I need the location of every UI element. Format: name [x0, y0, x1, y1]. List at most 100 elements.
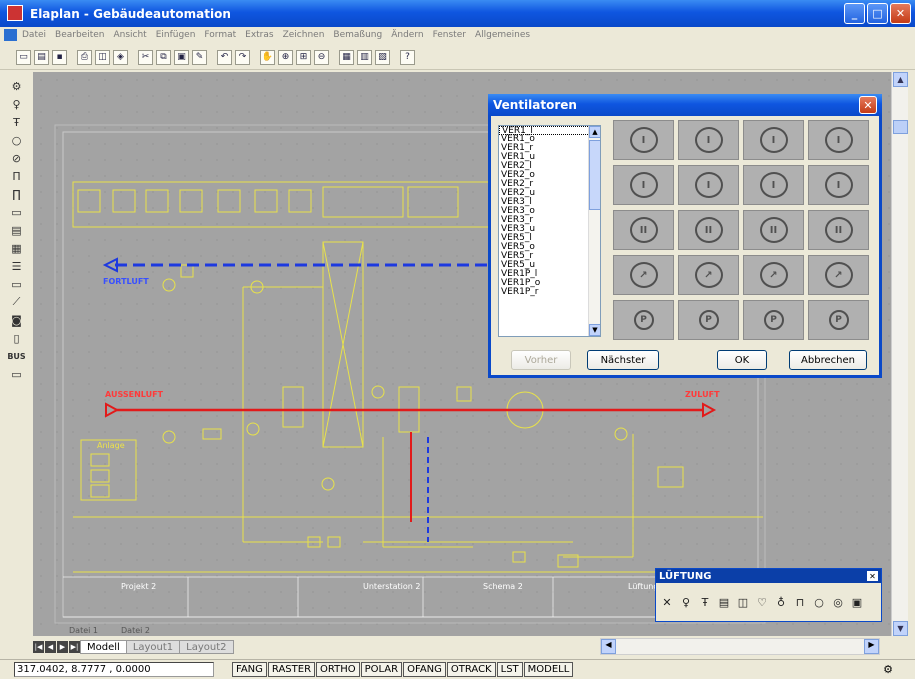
frame-tool-icon[interactable]: ▯: [8, 330, 25, 346]
list-scrollbar[interactable]: ▲ ▼: [588, 126, 600, 336]
table-tool-icon[interactable]: ▦: [8, 240, 25, 256]
zoom-realtime-icon[interactable]: ⊕: [278, 49, 293, 65]
bus-tool[interactable]: BUS: [7, 348, 25, 364]
open-icon[interactable]: ▤: [34, 49, 49, 65]
damper-tool-icon[interactable]: ⊘: [8, 150, 25, 166]
rect-tool-icon[interactable]: ▭: [8, 276, 25, 292]
scroll-up-icon[interactable]: ▲: [893, 72, 908, 87]
fan-tile[interactable]: I: [613, 120, 674, 160]
fan-tile[interactable]: P: [743, 300, 804, 340]
list-scroll-thumb[interactable]: [589, 140, 600, 210]
save-icon[interactable]: ▪: [52, 49, 67, 65]
fan-tile[interactable]: I: [743, 120, 804, 160]
paste-icon[interactable]: ▣: [174, 49, 189, 65]
tray-icon[interactable]: ⚙: [883, 663, 893, 676]
status-modell[interactable]: MODELL: [523, 662, 574, 677]
sensor-tool-icon[interactable]: Ŧ: [8, 114, 25, 130]
next-button[interactable]: Nächster: [587, 350, 659, 370]
fan-tool-icon[interactable]: ⚙: [8, 78, 25, 94]
circle-icon[interactable]: ○: [812, 595, 826, 610]
fan-tile[interactable]: I: [613, 165, 674, 205]
ok-button[interactable]: OK: [717, 350, 767, 370]
fan-tile[interactable]: ↗: [808, 255, 869, 295]
status-polar[interactable]: POLAR: [360, 662, 403, 677]
fan-tile[interactable]: I: [808, 165, 869, 205]
menu-datei[interactable]: Datei: [22, 30, 46, 40]
preview-icon[interactable]: ◫: [95, 49, 110, 65]
panel-icon[interactable]: ▣: [850, 595, 864, 610]
match-icon[interactable]: ✎: [192, 49, 207, 65]
maximize-button[interactable]: □: [867, 3, 888, 24]
close-button[interactable]: ✕: [890, 3, 911, 24]
zoom-window-icon[interactable]: ⊞: [296, 49, 311, 65]
zoom-previous-icon[interactable]: ⊖: [314, 49, 329, 65]
fan-tile[interactable]: ↗: [678, 255, 739, 295]
fan-tile[interactable]: II: [808, 210, 869, 250]
menu-ansicht[interactable]: Ansicht: [113, 30, 146, 40]
register-tool-icon[interactable]: ▤: [8, 222, 25, 238]
fan-tile[interactable]: I: [808, 120, 869, 160]
scroll-right-icon[interactable]: ▶: [864, 639, 879, 654]
fan-tile[interactable]: P: [808, 300, 869, 340]
heater-tool-icon[interactable]: ∏: [8, 186, 25, 202]
diagonal-tool-icon[interactable]: ⟋: [8, 294, 25, 310]
status-fang[interactable]: FANG: [232, 662, 267, 677]
print-icon[interactable]: ⎙: [77, 49, 92, 65]
menu-einfuegen[interactable]: Einfügen: [156, 30, 196, 40]
list-scroll-down-icon[interactable]: ▼: [589, 324, 600, 336]
filter-icon[interactable]: ▤: [717, 595, 731, 610]
fan-tile[interactable]: ↗: [743, 255, 804, 295]
dialog-close-button[interactable]: ✕: [859, 96, 877, 114]
toolpalette-icon[interactable]: ▧: [375, 49, 390, 65]
menu-format[interactable]: Format: [204, 30, 236, 40]
pan-icon[interactable]: ✋: [260, 49, 275, 65]
copy-icon[interactable]: ⧉: [156, 49, 171, 65]
prev-tab-icon[interactable]: ◀: [45, 641, 56, 653]
tab-model[interactable]: Modell: [80, 640, 127, 654]
status-ofang[interactable]: OFANG: [403, 662, 446, 677]
palette-close-button[interactable]: ✕: [867, 571, 878, 581]
menu-extras[interactable]: Extras: [245, 30, 273, 40]
cancel-button[interactable]: Abbrechen: [789, 350, 867, 370]
last-tab-icon[interactable]: ▶|: [69, 641, 80, 653]
redo-icon[interactable]: ↷: [235, 49, 250, 65]
scroll-thumb[interactable]: [893, 120, 908, 134]
designcenter-icon[interactable]: ▥: [357, 49, 372, 65]
panel-tool-icon[interactable]: ▭: [8, 204, 25, 220]
eye-icon[interactable]: ◎: [831, 595, 845, 610]
plot-icon[interactable]: ◈: [113, 49, 128, 65]
menu-aendern[interactable]: Ändern: [391, 30, 423, 40]
new-icon[interactable]: ▭: [16, 49, 31, 65]
valve-tool-icon[interactable]: ♀: [8, 96, 25, 112]
first-tab-icon[interactable]: |◀: [33, 641, 44, 653]
scroll-down-icon[interactable]: ▼: [893, 621, 908, 636]
horizontal-scrollbar[interactable]: ◀ ▶: [600, 638, 880, 655]
menu-bemassung[interactable]: Bemaßung: [333, 30, 382, 40]
menu-zeichnen[interactable]: Zeichnen: [283, 30, 325, 40]
register-icon[interactable]: ◫: [736, 595, 750, 610]
node-tool-icon[interactable]: ◙: [8, 312, 25, 328]
status-otrack[interactable]: OTRACK: [446, 662, 496, 677]
tab-layout1[interactable]: Layout1: [125, 640, 181, 654]
fan-tile[interactable]: P: [678, 300, 739, 340]
properties-icon[interactable]: ▦: [339, 49, 354, 65]
help-icon[interactable]: ?: [400, 49, 415, 65]
menu-allgemeines[interactable]: Allgemeines: [475, 30, 530, 40]
valve-icon[interactable]: ♀: [679, 595, 693, 610]
fan-tile[interactable]: I: [678, 165, 739, 205]
fan-tile[interactable]: II: [678, 210, 739, 250]
list-tool-icon[interactable]: ☰: [8, 258, 25, 274]
fan-tile[interactable]: II: [743, 210, 804, 250]
menu-bearbeiten[interactable]: Bearbeiten: [55, 30, 104, 40]
sensor-icon[interactable]: Ŧ: [698, 595, 712, 610]
status-raster[interactable]: RASTER: [267, 662, 316, 677]
list-scroll-up-icon[interactable]: ▲: [589, 126, 600, 138]
damper-icon[interactable]: ✕: [660, 595, 674, 610]
fan-tile[interactable]: I: [743, 165, 804, 205]
scroll-left-icon[interactable]: ◀: [601, 639, 616, 654]
minimize-button[interactable]: _: [844, 3, 865, 24]
undo-icon[interactable]: ↶: [217, 49, 232, 65]
cut-icon[interactable]: ✂: [138, 49, 153, 65]
filter-tool-icon[interactable]: Π: [8, 168, 25, 184]
fan-tile[interactable]: P: [613, 300, 674, 340]
